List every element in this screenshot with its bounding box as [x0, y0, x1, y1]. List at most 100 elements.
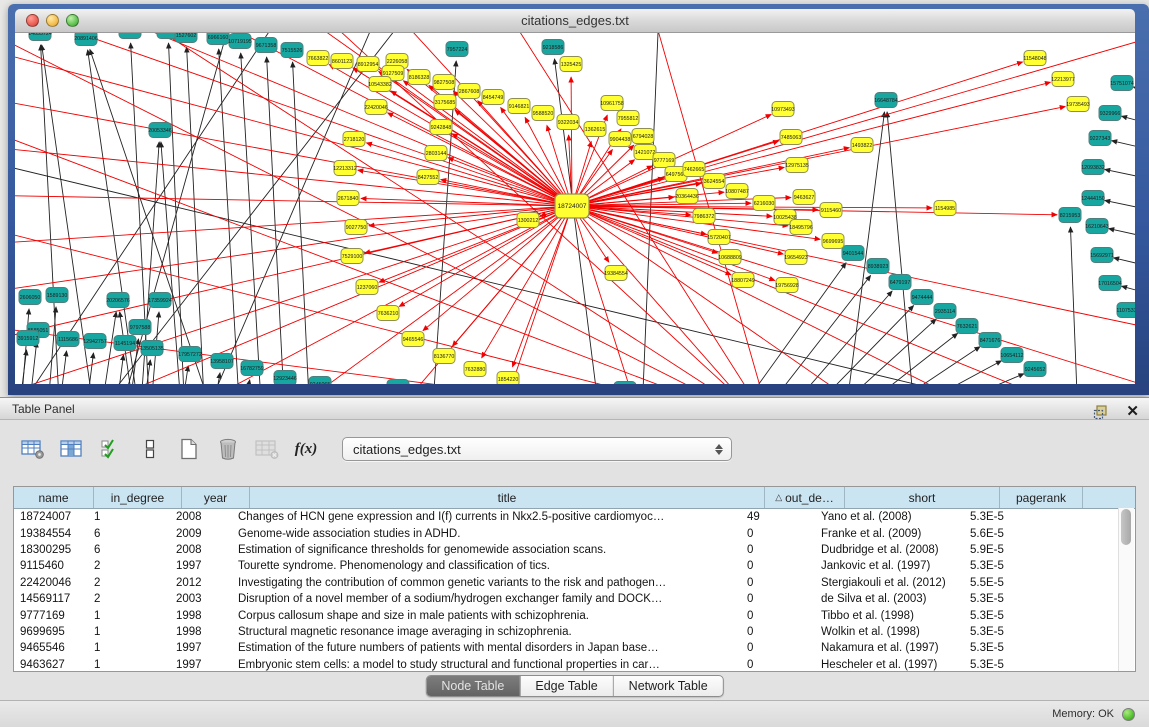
graph-node[interactable]: 10719195 — [228, 34, 252, 49]
graph-node[interactable]: 6216030 — [753, 196, 775, 211]
graph-node[interactable]: 2867608 — [458, 84, 480, 99]
graph-node[interactable]: 9329966 — [1099, 106, 1121, 121]
graph-node[interactable]: 22420046 — [364, 100, 388, 115]
table-cell[interactable]: 2009 — [170, 528, 232, 540]
table-cell[interactable]: 1 — [88, 659, 170, 671]
table-cell[interactable]: 18300295 — [14, 544, 88, 556]
table-cell[interactable]: 5.6E-5 — [964, 528, 1041, 540]
table-row[interactable]: 911546021997Tourette syndrome. Phenomeno… — [14, 558, 1135, 574]
network-window[interactable]: citations_edges.txt 18724007140557242089… — [8, 4, 1149, 395]
graph-edge[interactable] — [1112, 141, 1135, 153]
graph-edge[interactable] — [187, 47, 205, 384]
create-column-icon[interactable] — [176, 436, 202, 462]
graph-node[interactable]: 12942757 — [83, 334, 107, 349]
table-row[interactable]: 977716911998Corpus callosum shape and si… — [14, 607, 1135, 623]
graph-node[interactable]: 15720407 — [707, 230, 731, 245]
table-cell[interactable]: 5.3E-5 — [964, 626, 1041, 638]
graph-edge[interactable] — [20, 309, 29, 384]
table-cell[interactable]: 5.3E-5 — [964, 511, 1041, 523]
graph-node[interactable]: 1362615 — [584, 122, 606, 137]
graph-node[interactable]: 1327002 — [387, 380, 409, 385]
table-row[interactable]: 969969511998Structural magnetic resonanc… — [14, 624, 1135, 640]
graph-edge[interactable] — [1109, 229, 1135, 241]
table-cell[interactable]: 5.5E-5 — [964, 577, 1041, 589]
graph-edge[interactable] — [1122, 116, 1135, 128]
graph-node[interactable]: 9699695 — [822, 234, 844, 249]
table-cell[interactable]: 1998 — [170, 610, 232, 622]
table-cell[interactable]: Stergiakouli et al. (2012) — [815, 577, 964, 589]
graph-node[interactable]: 13505135 — [140, 341, 164, 356]
graph-node[interactable]: 8215953 — [1059, 208, 1081, 223]
graph-edge[interactable] — [1133, 87, 1135, 98]
table-cell[interactable]: 0 — [741, 642, 815, 654]
graph-node[interactable]: 1237060 — [356, 280, 378, 295]
table-cell[interactable]: 2003 — [170, 593, 232, 605]
graph-edge[interactable] — [205, 33, 390, 384]
table-cell[interactable]: 1997 — [170, 560, 232, 572]
graph-node[interactable]: 2671840 — [337, 191, 359, 206]
graph-node[interactable]: 19654923 — [784, 250, 808, 265]
graph-edge[interactable] — [448, 158, 572, 206]
table-mode-icon[interactable] — [20, 436, 46, 462]
table-cell[interactable]: 5.3E-5 — [964, 659, 1041, 671]
table-cell[interactable]: 9115460 — [14, 560, 88, 572]
table-cell[interactable]: 0 — [741, 528, 815, 540]
graph-edge[interactable] — [241, 53, 262, 384]
tab-node-table[interactable]: Node Table — [426, 676, 520, 696]
graph-node[interactable]: 1115686 — [57, 332, 79, 347]
table-cell[interactable]: 1997 — [170, 659, 232, 671]
table-row[interactable]: 1938455462009Genome-wide association stu… — [14, 525, 1135, 541]
table-cell[interactable]: 49 — [741, 511, 815, 523]
table-cell[interactable]: Hescheler et al. (1997) — [815, 659, 964, 671]
graph-node[interactable]: 2606050 — [19, 290, 41, 305]
graph-node[interactable]: 10973493 — [771, 102, 795, 117]
graph-node[interactable]: 16210643 — [1085, 219, 1109, 234]
citation-network-graph[interactable]: 1872400714055724208914069065324106532871… — [15, 33, 1135, 384]
table-cell[interactable]: 0 — [741, 659, 815, 671]
graph-node[interactable]: 9827508 — [433, 75, 455, 90]
table-cell[interactable]: 2 — [88, 577, 170, 589]
graph-node[interactable]: 9242848 — [430, 120, 452, 135]
network-canvas[interactable]: 1872400714055724208914069065324106532871… — [15, 33, 1135, 384]
graph-node[interactable]: 8186328 — [408, 70, 430, 85]
column-header-out_de[interactable]: △out_de… — [765, 487, 845, 508]
table-cell[interactable]: 9699695 — [14, 626, 88, 638]
column-header-pagerank[interactable]: pagerank — [1000, 487, 1083, 508]
graph-edge[interactable] — [358, 170, 572, 206]
table-cell[interactable]: 5.3E-5 — [964, 560, 1041, 572]
table-row[interactable]: 1872400712008Changes of HCN gene express… — [14, 509, 1135, 525]
graph-edge[interactable] — [572, 206, 1135, 384]
table-cell[interactable]: Estimation of the future numbers of pati… — [232, 642, 741, 654]
table-row[interactable]: 2242004622012Investigating the contribut… — [14, 575, 1135, 591]
column-header-year[interactable]: year — [182, 487, 250, 508]
graph-node[interactable]: 16782759 — [240, 361, 264, 376]
table-cell[interactable]: 1 — [88, 642, 170, 654]
graph-node[interactable]: 18724007 — [555, 194, 589, 218]
graph-node[interactable]: 1527602 — [175, 33, 197, 43]
table-cell[interactable]: Jankovic et al. (1997) — [815, 560, 964, 572]
column-header-short[interactable]: short — [845, 487, 1000, 508]
table-cell[interactable]: 0 — [741, 577, 815, 589]
table-row[interactable]: 1456911722003Disruption of a novel membe… — [14, 591, 1135, 607]
graph-edge[interactable] — [1070, 227, 1078, 384]
graph-node[interactable]: 9027750 — [345, 220, 367, 235]
graph-edge[interactable] — [15, 206, 572, 384]
graph-node[interactable]: 7515526 — [281, 43, 303, 58]
tab-network-table[interactable]: Network Table — [614, 676, 723, 696]
graph-node[interactable]: 12213977 — [1051, 72, 1075, 87]
graph-node[interactable]: 7632880 — [464, 362, 486, 377]
graph-node[interactable]: 12444150 — [1081, 191, 1105, 206]
graph-edge[interactable] — [870, 347, 980, 384]
graph-node[interactable]: 8601123 — [331, 54, 353, 69]
graph-node[interactable]: 10654112 — [1000, 348, 1023, 363]
graph-node[interactable]: 19735493 — [1066, 97, 1090, 112]
table-cell[interactable]: Structural magnetic resonance image aver… — [232, 626, 741, 638]
graph-node[interactable]: 12923446 — [273, 371, 297, 385]
table-cell[interactable]: 1 — [88, 511, 170, 523]
graph-node[interactable]: 7986372 — [693, 209, 715, 224]
graph-node[interactable]: 20053346 — [148, 123, 172, 138]
graph-node[interactable]: 2935114 — [934, 304, 956, 319]
column-header-name[interactable]: name — [14, 487, 94, 508]
graph-node[interactable]: 7485063 — [780, 130, 802, 145]
graph-node[interactable]: 16648784 — [874, 93, 898, 108]
